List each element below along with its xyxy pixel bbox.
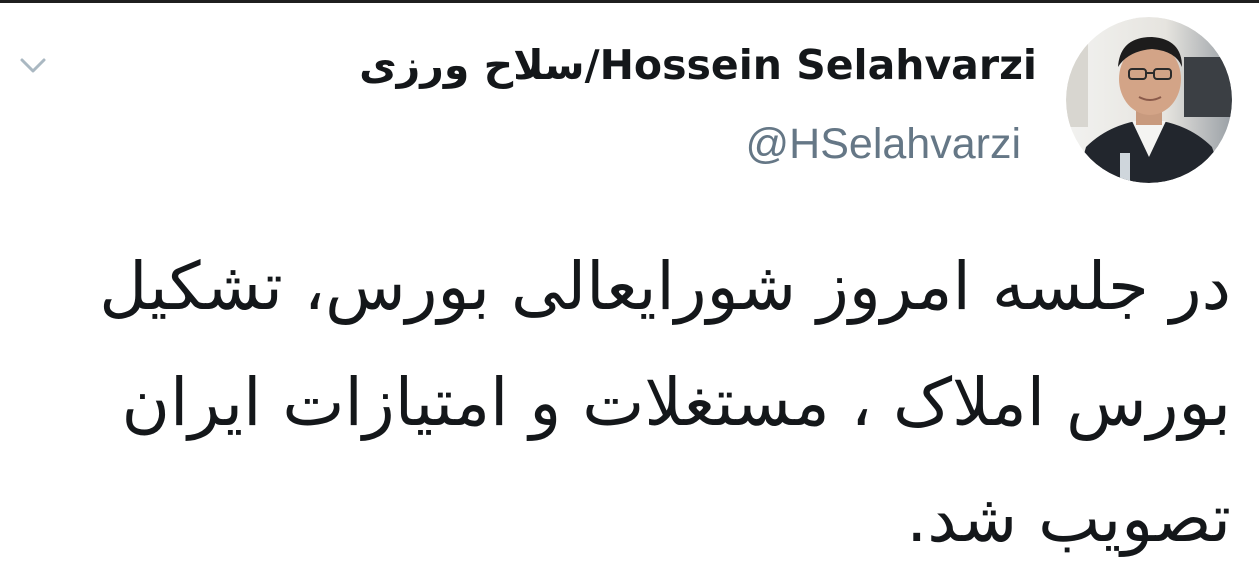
- tweet-text-line: بورس املاک ، مستغلات و امتیازات ایران: [121, 364, 1232, 441]
- author-name-row[interactable]: سلاح ورزی/Hossein Selahvarzi: [359, 35, 1037, 95]
- tweet-text: در جلسه امروز شورایعالی بورس، تشکیل بورس…: [51, 229, 1231, 577]
- chevron-down-icon[interactable]: [18, 55, 48, 77]
- tweet-card: سلاح ورزی/Hossein Selahvarzi @HSelahvarz…: [0, 3, 1259, 583]
- tweet-text-line: در جلسه امروز شورایعالی بورس، تشکیل: [99, 248, 1231, 325]
- tweet-text-line: تصویب شد.: [906, 480, 1231, 557]
- avatar[interactable]: [1066, 17, 1232, 183]
- author-handle[interactable]: @HSelahvarzi: [746, 116, 1021, 172]
- author-display-name[interactable]: سلاح ورزی/Hossein Selahvarzi: [359, 41, 1037, 89]
